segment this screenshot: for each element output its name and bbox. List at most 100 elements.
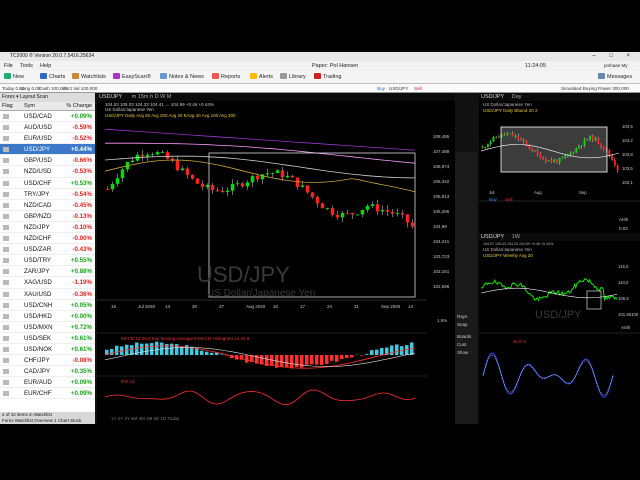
candle bbox=[525, 141, 528, 145]
library-button[interactable]: Library bbox=[280, 71, 306, 84]
watchlist-row[interactable]: TRY/JPY -0.54% bbox=[0, 189, 95, 200]
watchlist-row[interactable]: NZD/JPY -0.10% bbox=[0, 222, 95, 234]
col-change[interactable]: % Change bbox=[66, 102, 92, 111]
candle bbox=[255, 175, 260, 180]
watchlist-row[interactable]: USD/NOK +0.61% bbox=[0, 344, 95, 356]
window-controls[interactable]: – □ × bbox=[592, 52, 636, 61]
candle bbox=[594, 138, 597, 141]
watchlist-row[interactable]: EUR/USD -0.52% bbox=[0, 133, 95, 145]
notes-news-button[interactable]: Notes & News bbox=[160, 71, 204, 84]
tool-snap[interactable]: Snap bbox=[457, 322, 468, 327]
col-symbol[interactable]: Sym bbox=[24, 102, 35, 111]
watchlist-row[interactable]: NZD/USD -0.53% bbox=[0, 166, 95, 178]
watchlist-row[interactable]: USD/MXN +0.72% bbox=[0, 322, 95, 333]
macd-histogram-bar bbox=[295, 355, 299, 368]
alerts-button[interactable]: Alerts bbox=[250, 71, 273, 84]
candle bbox=[275, 170, 280, 173]
watchlist-row[interactable]: EUR/CHF +0.09% bbox=[0, 388, 95, 400]
tool-rays[interactable]: Rays bbox=[457, 314, 467, 319]
row-change: -1.19% bbox=[72, 279, 92, 287]
candle bbox=[300, 185, 305, 187]
date-tick-label: 17 bbox=[300, 304, 306, 309]
macd-histogram-bar bbox=[350, 355, 354, 358]
watchlist-row[interactable]: ZAR/JPY +0.88% bbox=[0, 266, 95, 278]
candle bbox=[405, 214, 410, 223]
daily-chart-canvas[interactable]: 104,5 104,2 103,8 103,5 103,1 Jul Aug Sep bbox=[479, 93, 640, 233]
watchlist-row[interactable]: CAD/JPY +0.35% bbox=[0, 366, 95, 378]
account-menu[interactable]: Paper: Pol Hansen bbox=[312, 61, 358, 71]
sell-button[interactable]: Sell bbox=[414, 84, 422, 93]
trading-button[interactable]: Trading bbox=[314, 71, 341, 84]
watchlist-toolbar[interactable]: Forex ▾ Layout Scan bbox=[0, 93, 95, 102]
watchlist-row[interactable]: EUR/AUD +0.09% bbox=[0, 377, 95, 389]
watchlist-row[interactable]: USD/SEK +0.61% bbox=[0, 333, 95, 344]
candle bbox=[245, 182, 250, 187]
watchlist-row[interactable]: AUD/USD -0.59% bbox=[0, 122, 95, 134]
watchlists-button[interactable]: Watchlists bbox=[72, 71, 106, 84]
watchlist-row[interactable]: XAG/USD -1.19% bbox=[0, 277, 95, 289]
charts-button[interactable]: Charts bbox=[40, 71, 65, 84]
candle bbox=[240, 183, 245, 187]
main-chart-canvas[interactable]: 108,485 107,489 106,974 106,342 105,813 105,2… bbox=[97, 93, 455, 424]
messages-button[interactable]: Messages bbox=[598, 71, 632, 84]
candle bbox=[145, 154, 150, 157]
watchlist-tabs[interactable]: Forex Watchlist Overview 1 Chart Stock bbox=[2, 418, 95, 424]
menu-help[interactable]: Help bbox=[40, 61, 51, 71]
reports-button[interactable]: Reports bbox=[212, 71, 240, 84]
candle bbox=[200, 183, 205, 187]
candle bbox=[155, 152, 160, 155]
row-symbol: AUD/USD bbox=[24, 124, 52, 132]
watchlist-row[interactable]: XAU/USD -0.36% bbox=[0, 289, 95, 300]
candle bbox=[533, 150, 536, 152]
flag-icon bbox=[3, 236, 9, 242]
watchlist-row[interactable]: NZD/CHF -0.00% bbox=[0, 233, 95, 245]
menu-tools[interactable]: Tools bbox=[20, 61, 33, 71]
stochastic-k-line bbox=[482, 352, 614, 398]
watchlist-row[interactable]: USD/ZAR -0.43% bbox=[0, 244, 95, 256]
tool-cust[interactable]: Cust bbox=[457, 342, 466, 347]
watchlist-row[interactable]: USD/TRY +0.55% bbox=[0, 255, 95, 267]
daily-buy-button[interactable]: Buy bbox=[489, 197, 497, 202]
candle bbox=[345, 212, 350, 214]
watchlist-header: Flag Sym % Change bbox=[0, 102, 95, 111]
watchlist-row[interactable]: NZD/CAD -0.45% bbox=[0, 200, 95, 211]
daily-month-tick: Aug bbox=[534, 190, 542, 195]
row-symbol: USD/CAD bbox=[24, 113, 52, 120]
menu-file[interactable]: File bbox=[4, 61, 13, 71]
easyscan-button[interactable]: EasyScan® bbox=[113, 71, 151, 84]
col-flag[interactable]: Flag bbox=[2, 102, 13, 111]
weekly-chart-canvas[interactable]: 115,0 110,0 106,5 101,55100 bbox=[479, 233, 640, 424]
watchlist-row[interactable]: USD/CNH +0.05% bbox=[0, 300, 95, 311]
candle bbox=[509, 133, 511, 135]
main-chart-panel[interactable]: USD/JPY m 15m h D W M 104.53 105.03 104.… bbox=[97, 93, 455, 424]
weekly-chart-panel[interactable]: USD/JPY 1W 104.57 105.03 104.33 104.99 +… bbox=[479, 233, 640, 424]
tool-boards[interactable]: Boards bbox=[457, 334, 471, 339]
buy-button[interactable]: Buy bbox=[377, 84, 385, 93]
candle bbox=[600, 143, 603, 147]
tool-show[interactable]: Show bbox=[457, 350, 468, 355]
candle bbox=[295, 177, 300, 187]
date-tick-label: 13 bbox=[165, 304, 171, 309]
flag-icon bbox=[3, 291, 9, 297]
flag-icon bbox=[3, 114, 9, 119]
daily-sell-button[interactable]: Sell bbox=[505, 197, 513, 202]
new-button[interactable]: New bbox=[4, 71, 24, 84]
macd-histogram-bar bbox=[150, 343, 154, 355]
candle bbox=[522, 140, 525, 142]
watchlist-row[interactable]: GBP/NZD -0.13% bbox=[0, 211, 95, 222]
row-change: -0.66% bbox=[72, 157, 92, 165]
watchlist-row[interactable]: USD/CAD +0.09% bbox=[0, 111, 95, 123]
candle bbox=[602, 146, 605, 150]
watchlist-row[interactable]: CHF/JPY -0.08% bbox=[0, 355, 95, 367]
watchlist-row[interactable]: USD/JPY +0.44% bbox=[0, 144, 95, 156]
account-value: Acct Val 100,000 bbox=[63, 86, 98, 91]
row-change: -0.36% bbox=[72, 290, 92, 298]
candle bbox=[542, 158, 545, 160]
daily-chart-panel[interactable]: USD/JPY Day US Dollar/Japanese Yen USD/J… bbox=[479, 93, 640, 233]
timespan-bar[interactable]: 1Y 2Y 3Y 6M 3M 1M 5D 1D Today bbox=[111, 416, 179, 421]
watchlist-row[interactable]: USD/HKD +0.00% bbox=[0, 311, 95, 322]
candle bbox=[589, 135, 591, 140]
watchlist-row[interactable]: GBP/USD -0.66% bbox=[0, 155, 95, 167]
date-tick-label: Aug 2020 bbox=[246, 304, 266, 309]
watchlist-row[interactable]: USD/CHF +0.53% bbox=[0, 178, 95, 189]
